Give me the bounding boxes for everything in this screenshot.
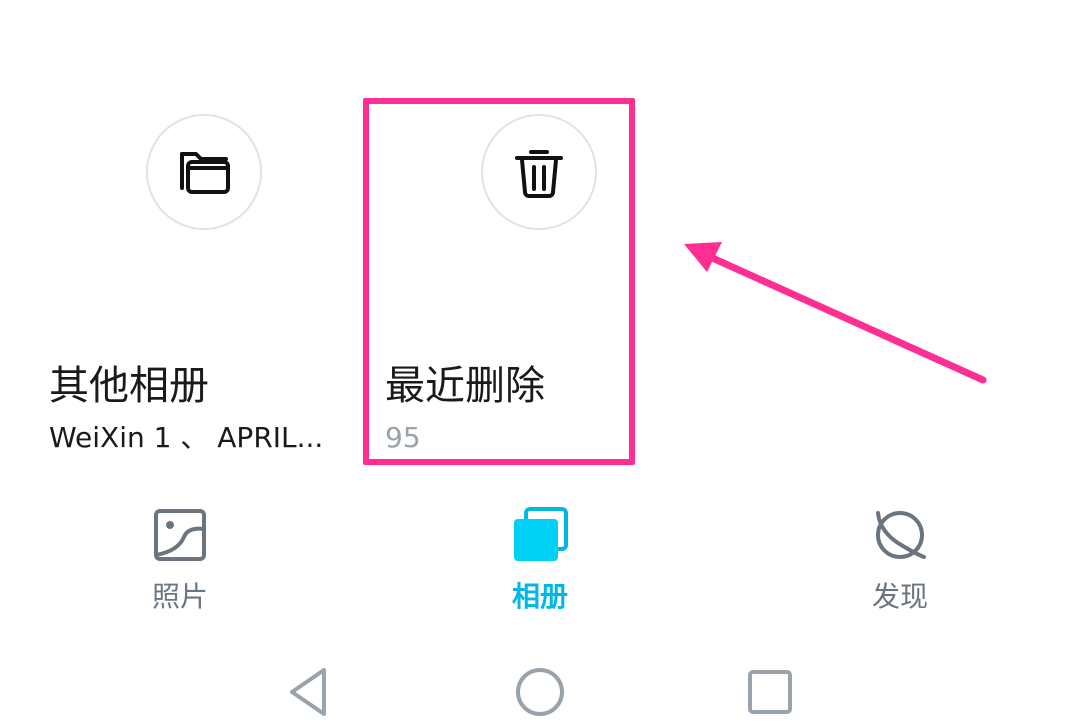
tab-label: 发现	[871, 580, 928, 613]
home-icon[interactable]	[514, 666, 566, 718]
recents-icon[interactable]	[746, 666, 794, 718]
tab-discover[interactable]: 发现	[840, 505, 960, 625]
photo-icon	[154, 509, 206, 561]
back-icon[interactable]	[286, 666, 334, 718]
discover-icon	[876, 511, 926, 559]
tab-label: 相册	[511, 580, 568, 613]
albums-icon	[514, 507, 568, 561]
tab-albums[interactable]: 相册	[480, 505, 600, 625]
gallery-albums-screen: 其他相册 WeiXin 1 、 APRIL... 最近删除 95 照片 相册 发…	[0, 0, 1080, 724]
tab-photos[interactable]: 照片	[120, 505, 240, 625]
tab-label: 照片	[151, 580, 208, 613]
